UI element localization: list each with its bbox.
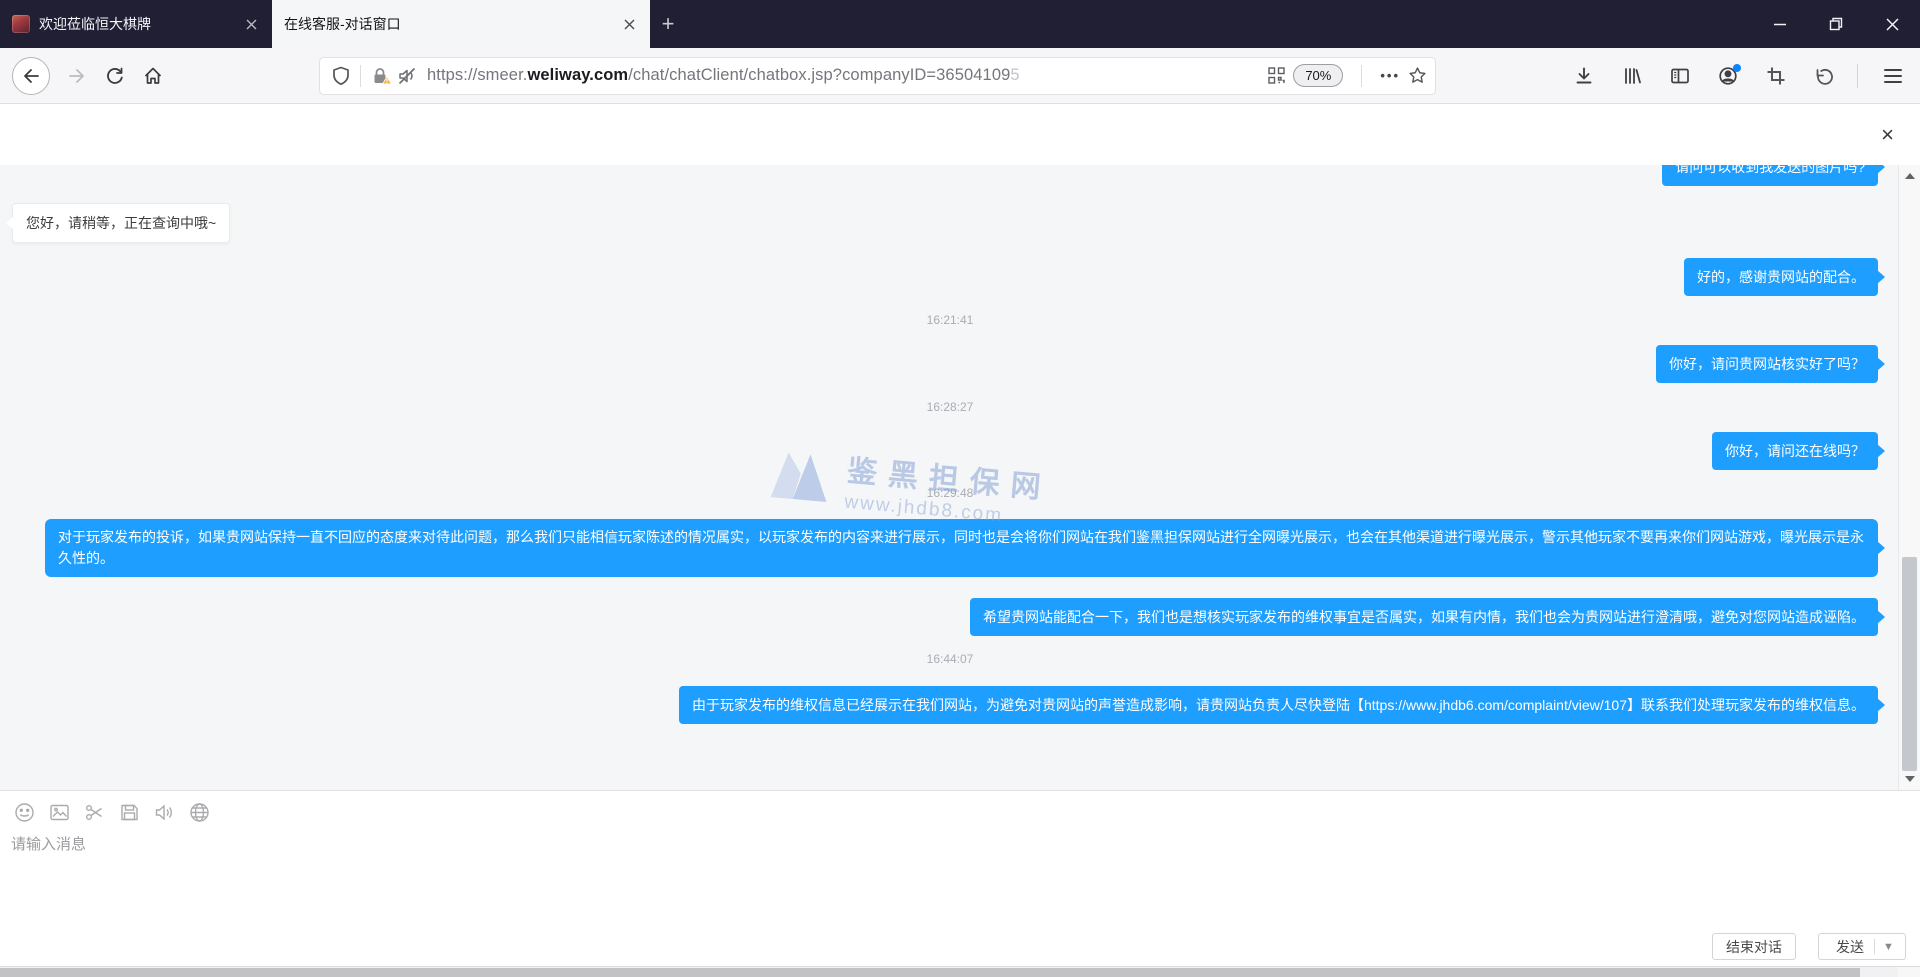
tab-title: 在线客服-对话窗口 [284, 14, 610, 34]
save-icon[interactable] [118, 801, 140, 823]
chat-bubble-left: 您好，请稍等，正在查询中哦~ [12, 203, 230, 243]
url-domain: weliway.com [527, 66, 628, 84]
site-favicon [12, 15, 30, 33]
screenshot-crop-icon[interactable] [1755, 58, 1797, 94]
bookmark-star-icon[interactable] [1408, 66, 1427, 85]
end-chat-button[interactable]: 结束对话 [1712, 933, 1796, 960]
timestamp: 16:21:41 [0, 313, 1900, 327]
scroll-up-icon[interactable] [1899, 167, 1920, 185]
horizontal-scrollbar[interactable] [0, 966, 1920, 977]
timestamp: 16:29:48 [0, 486, 1900, 500]
globe-icon[interactable] [188, 801, 210, 823]
browser-window: 欢迎莅临恒大棋牌 在线客服-对话窗口 + [0, 0, 1920, 977]
chat-bubble-right: 由于玩家发布的维权信息已经展示在我们网站，为避免对贵网站的声誉造成影响，请贵网站… [679, 686, 1878, 724]
tab-close-icon[interactable] [618, 13, 640, 35]
forward-button[interactable] [60, 59, 94, 93]
url-prefix: https://smeer. [427, 66, 527, 84]
notification-dot [1733, 64, 1741, 72]
scissors-icon[interactable] [83, 801, 105, 823]
close-window-button[interactable] [1864, 0, 1920, 48]
image-icon[interactable] [48, 801, 70, 823]
chat-bubble-right: 请问可以收到我发送的图片吗? [1662, 165, 1878, 186]
send-button[interactable]: 发送 ▼ [1818, 933, 1906, 960]
tab-welcome[interactable]: 欢迎莅临恒大棋牌 [0, 0, 272, 48]
scrollbar-corner [1898, 967, 1920, 977]
scroll-down-icon[interactable] [1899, 770, 1920, 788]
url-path: /chat/chatClient/chatbox.jsp?companyID=3… [628, 66, 1010, 84]
url-text[interactable]: https://smeer.weliway.com/chat/chatClien… [427, 66, 1268, 85]
scrollbar-thumb[interactable] [1902, 557, 1917, 771]
bubble-tail [1877, 698, 1885, 712]
zoom-level-indicator[interactable]: 70% [1293, 64, 1343, 87]
bubble-tail [1877, 165, 1885, 174]
vertical-scrollbar[interactable] [1898, 165, 1920, 790]
urlbar-divider [1361, 65, 1362, 87]
tab-chat[interactable]: 在线客服-对话窗口 [272, 0, 650, 48]
chat-messages: 鉴黑担保网 www.jhdb8.com 请问可以收到我发送的图片吗?您好，请稍等… [0, 165, 1920, 790]
back-button[interactable] [12, 57, 50, 95]
message-composer: 请输入消息 结束对话 发送 ▼ [0, 790, 1920, 966]
home-button[interactable] [136, 59, 170, 93]
send-button-divider [1874, 939, 1875, 954]
tab-title: 欢迎莅临恒大棋牌 [39, 14, 232, 34]
bubble-tail [1877, 610, 1885, 624]
reload-button[interactable] [98, 59, 132, 93]
restore-button[interactable] [1808, 0, 1864, 48]
bubble-tail [1877, 444, 1885, 458]
window-controls [1752, 0, 1920, 48]
navigation-toolbar: https://smeer.weliway.com/chat/chatClien… [0, 48, 1920, 104]
url-faded-tail: 5 [1010, 66, 1019, 84]
sidebar-toggle-icon[interactable] [1659, 58, 1701, 94]
emoji-icon[interactable] [13, 801, 35, 823]
horizontal-scrollbar-thumb[interactable] [0, 968, 1860, 977]
composer-actions: 结束对话 发送 ▼ [1712, 933, 1906, 960]
bubble-tail [1877, 357, 1885, 371]
send-label: 发送 [1836, 937, 1864, 957]
tab-bar: 欢迎莅临恒大棋牌 在线客服-对话窗口 + [0, 0, 1920, 48]
tab-close-icon[interactable] [240, 13, 262, 35]
library-icon[interactable] [1611, 58, 1653, 94]
urlbar-divider [360, 65, 361, 87]
minimize-button[interactable] [1752, 0, 1808, 48]
send-options-caret-icon[interactable]: ▼ [1883, 941, 1894, 953]
bubble-tail [1877, 270, 1885, 284]
chat-close-button[interactable]: × [1881, 124, 1894, 146]
new-tab-button[interactable]: + [650, 0, 686, 48]
page-actions-icon[interactable]: ••• [1380, 68, 1400, 83]
page-content: × 鉴黑担保网 www.jhdb8.com 请问可以收到我发送的图片吗?您好，请… [0, 104, 1920, 977]
toolbar-right-icons [1557, 58, 1914, 94]
account-icon[interactable] [1707, 58, 1749, 94]
downloads-icon[interactable] [1563, 58, 1605, 94]
timestamp: 16:44:07 [0, 652, 1900, 666]
chat-bubble-right: 对于玩家发布的投诉，如果贵网站保持一直不回应的态度来对待此问题，那么我们只能相信… [45, 519, 1878, 577]
composer-toolbar [13, 801, 223, 823]
chat-bubble-right: 你好，请问贵网站核实好了吗？ [1656, 345, 1878, 383]
insecure-lock-warning-icon[interactable] [371, 66, 393, 86]
chat-bubble-right: 你好，请问还在线吗？ [1712, 432, 1878, 470]
menu-hamburger-icon[interactable] [1872, 58, 1914, 94]
undo-arrow-icon[interactable] [1803, 58, 1845, 94]
speaker-icon[interactable] [153, 801, 175, 823]
bubble-tail [1877, 541, 1885, 555]
message-input[interactable]: 请输入消息 [11, 833, 86, 854]
autoplay-blocked-icon[interactable] [397, 66, 417, 86]
url-bar[interactable]: https://smeer.weliway.com/chat/chatClien… [320, 58, 1435, 94]
chat-bubble-right: 希望贵网站能配合一下，我们也是想核实玩家发布的维权事宜是否属实，如果有内情，我们… [970, 598, 1878, 636]
timestamp: 16:28:27 [0, 400, 1900, 414]
qr-code-icon[interactable] [1268, 67, 1285, 84]
chat-bubble-right: 好的，感谢贵网站的配合。 [1684, 258, 1878, 296]
toolbar-divider [1857, 64, 1858, 88]
tracking-protection-shield-icon[interactable] [332, 66, 350, 86]
bubble-tail [6, 216, 14, 230]
